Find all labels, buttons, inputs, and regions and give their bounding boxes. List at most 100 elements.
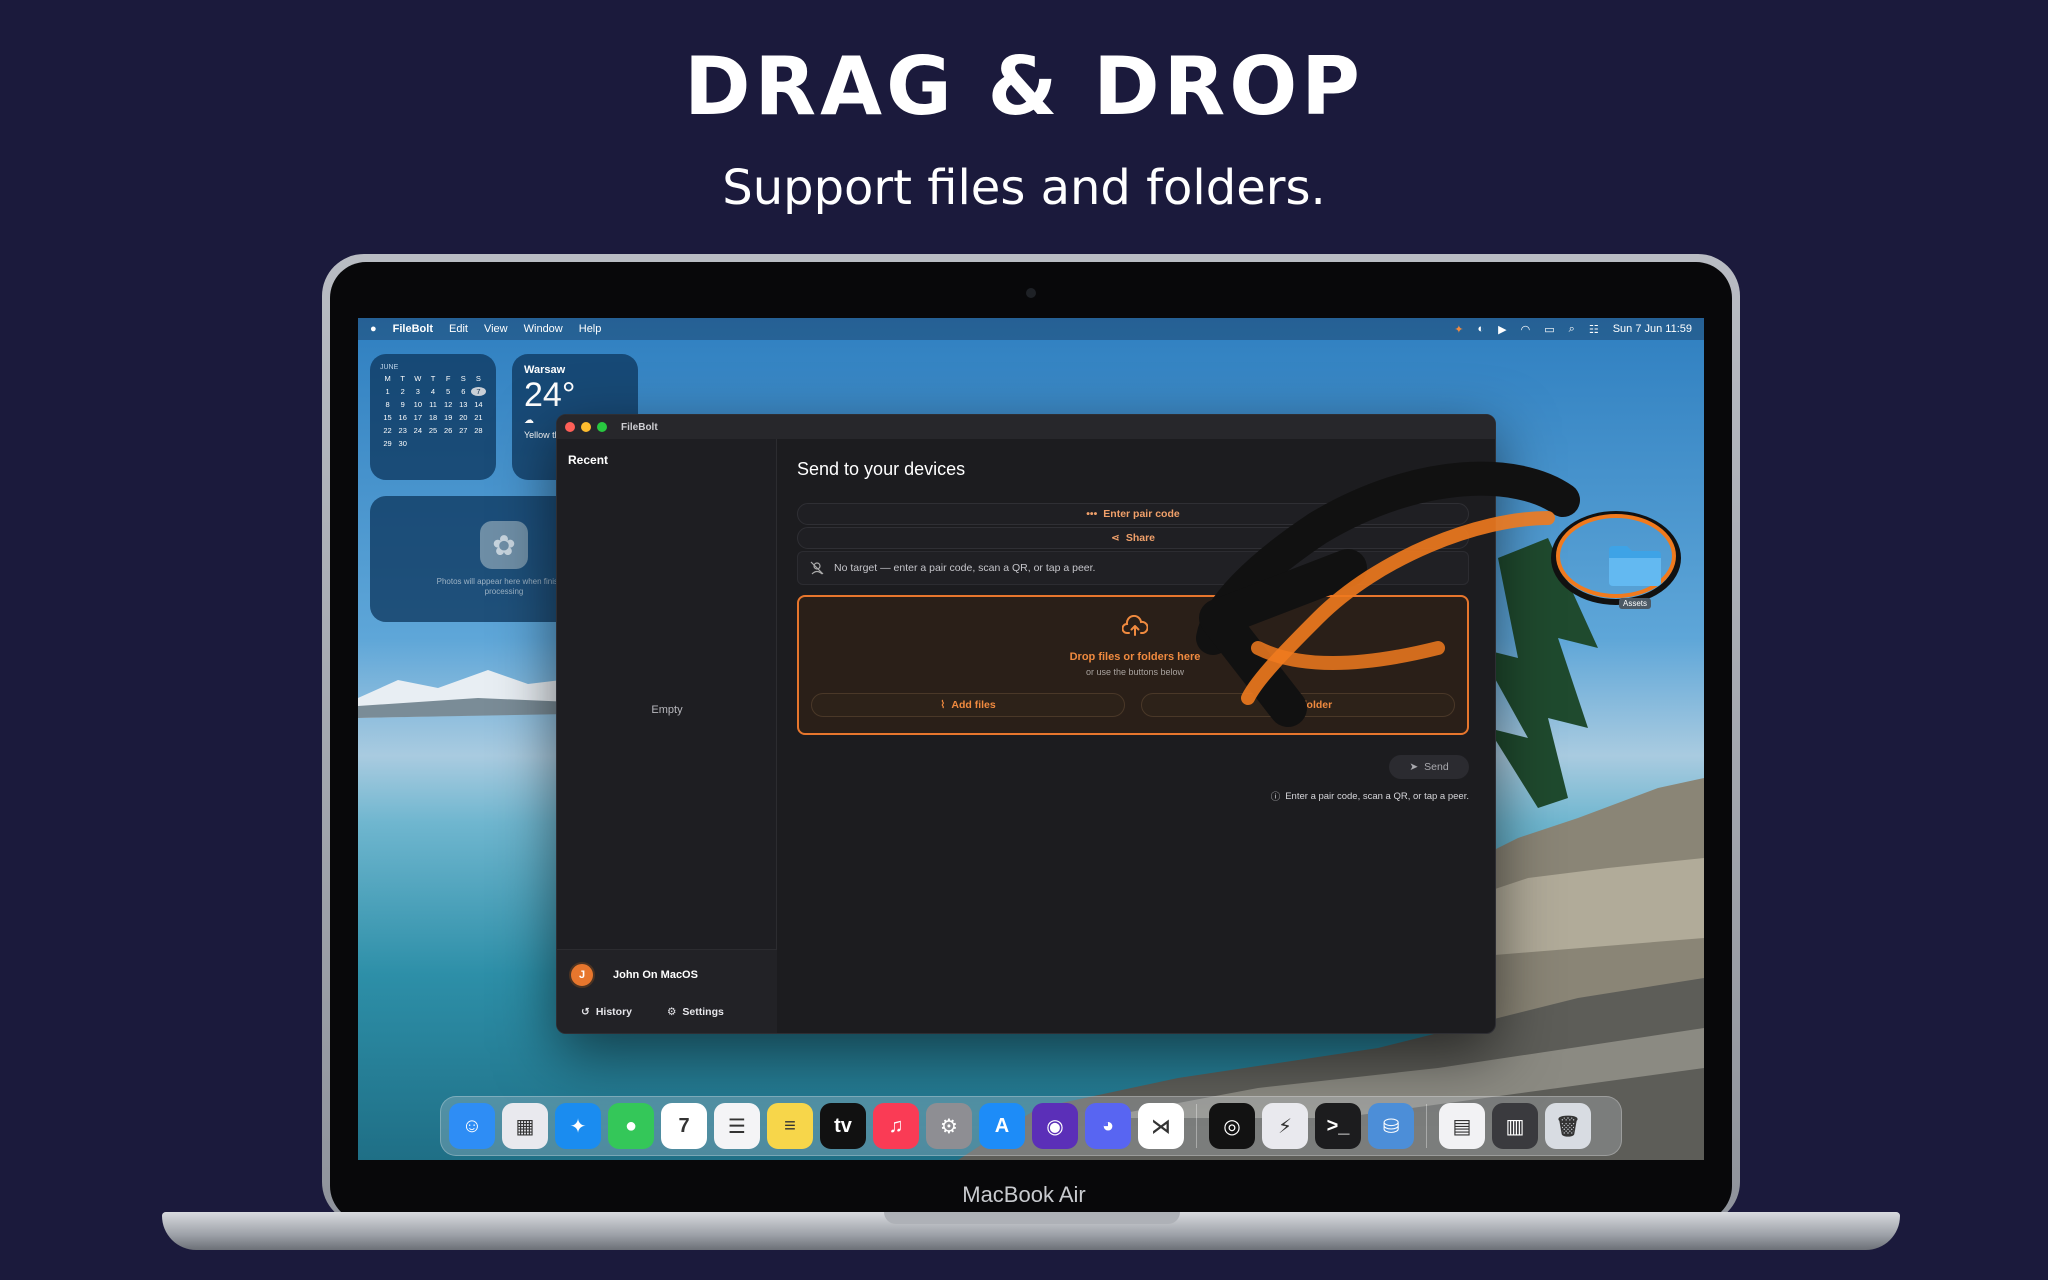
vscode-icon[interactable]: ⋊	[1138, 1103, 1184, 1149]
calendar-weekday: S	[475, 374, 481, 383]
database-icon[interactable]: ⛁	[1368, 1103, 1414, 1149]
recent-empty-text: Empty	[651, 704, 683, 716]
enter-pair-code-label: Enter pair code	[1103, 508, 1180, 520]
calendar-day[interactable]: 5	[441, 387, 456, 396]
calendar-day[interactable]: 19	[441, 413, 456, 422]
ai-icon[interactable]: ✦	[1454, 323, 1463, 336]
calendar-day[interactable]: 3	[410, 387, 425, 396]
calendar-grid: M T W T F S S 1 2 3 4 5 6 7 8 9 10 11 12 13 14 15 16 17 18 19 20 21…	[380, 374, 486, 448]
calendar-day[interactable]: 14	[471, 400, 486, 409]
menu-window[interactable]: Window	[524, 323, 563, 335]
camera	[1026, 288, 1036, 298]
launchpad-icon[interactable]: ▦	[502, 1103, 548, 1149]
calendar-day[interactable]: 25	[425, 426, 440, 435]
menu-help[interactable]: Help	[579, 323, 602, 335]
trash-icon[interactable]: 🗑	[1545, 1103, 1591, 1149]
calendar-day[interactable]: 16	[395, 413, 410, 422]
photos-flower-icon: ✿	[480, 521, 528, 569]
gear-icon: ⚙	[667, 1006, 677, 1018]
calendar-day[interactable]: 24	[410, 426, 425, 435]
battery-icon[interactable]: ▭	[1544, 323, 1554, 336]
avatar[interactable]: J	[569, 962, 595, 988]
calendar-weekday: W	[414, 374, 422, 383]
calendar-day[interactable]: 28	[471, 426, 486, 435]
desktop-folder[interactable]: Assets	[1590, 542, 1680, 611]
calendar-day[interactable]: 12	[441, 400, 456, 409]
no-target-icon	[810, 561, 824, 575]
calendar-weekday: F	[445, 374, 451, 383]
calendar-day[interactable]: 27	[456, 426, 471, 435]
downloads-stack-icon[interactable]: ▥	[1492, 1103, 1538, 1149]
calendar-day[interactable]: 29	[380, 439, 395, 448]
drop-zone-title: Drop files or folders here	[1069, 651, 1201, 663]
spotify-icon[interactable]: ◎	[1209, 1103, 1255, 1149]
filebolt-icon[interactable]: ⚡	[1262, 1103, 1308, 1149]
folder-icon: ▭	[1263, 699, 1274, 711]
calendar-day[interactable]: 6	[456, 387, 471, 396]
apple-menu-icon[interactable]: ●	[370, 323, 377, 335]
calendar-day[interactable]: 10	[410, 400, 425, 409]
focus-icon[interactable]: ◐	[1478, 323, 1485, 335]
menu-app-name[interactable]: FileBolt	[393, 323, 433, 335]
sidebar: Recent Empty J John On MacOS ↺ History ⚙…	[557, 439, 777, 1033]
menu-view[interactable]: View	[484, 323, 508, 335]
send-label: Send	[1424, 761, 1449, 773]
notes-icon[interactable]: ≡	[767, 1103, 813, 1149]
share-button[interactable]: ⋖ Share	[797, 527, 1469, 549]
safari-icon[interactable]: ✦	[555, 1103, 601, 1149]
reminders-icon[interactable]: ☰	[714, 1103, 760, 1149]
calendar-day[interactable]: 2	[395, 387, 410, 396]
drop-zone-subtitle: or use the buttons below	[1085, 667, 1185, 677]
music-icon[interactable]: ♫	[873, 1103, 919, 1149]
window-title: FileBolt	[621, 421, 658, 433]
calendar-day[interactable]: 26	[441, 426, 456, 435]
calendar-day[interactable]: 1	[380, 387, 395, 396]
zoom-button[interactable]	[597, 422, 607, 432]
calendar-day[interactable]: 11	[425, 400, 440, 409]
calendar-day[interactable]: 22	[380, 426, 395, 435]
tv-icon[interactable]: tv	[820, 1103, 866, 1149]
sidebar-heading-recent: Recent	[568, 453, 609, 467]
calendar-widget[interactable]: JUNE M T W T F S S 1 2 3 4 5 6 7 8 9 10 11 12 13 14 15 16 17 18 1…	[370, 354, 496, 480]
calendar-day[interactable]: 13	[456, 400, 471, 409]
calendar-day[interactable]: 9	[395, 400, 410, 409]
calendar-day[interactable]: 4	[425, 387, 440, 396]
calendar-day[interactable]: 20	[456, 413, 471, 422]
laptop-notch	[884, 1212, 1180, 1224]
window-titlebar[interactable]: FileBolt	[557, 415, 1495, 439]
calendar-day[interactable]: 30	[395, 439, 410, 448]
menu-datetime[interactable]: Sun 7 Jun 11:59	[1613, 323, 1692, 335]
control-center-icon[interactable]: ☷	[1589, 323, 1599, 336]
calendar-day[interactable]: 21	[471, 413, 486, 422]
minimize-button[interactable]	[581, 422, 591, 432]
history-button[interactable]: ↺ History	[581, 1006, 632, 1018]
calendar-day[interactable]: 7	[470, 387, 486, 396]
discord-icon[interactable]: ◕	[1085, 1103, 1131, 1149]
app-store-icon[interactable]: A	[979, 1103, 1025, 1149]
add-folder-label: Add folder	[1279, 699, 1333, 711]
calendar-day[interactable]: 17	[410, 413, 425, 422]
firefox-icon[interactable]: ◉	[1032, 1103, 1078, 1149]
calendar-day[interactable]: 23	[395, 426, 410, 435]
calendar-day[interactable]: 15	[380, 413, 395, 422]
finder-icon[interactable]: ☺	[449, 1103, 495, 1149]
calendar-day[interactable]: 8	[380, 400, 395, 409]
play-icon[interactable]: ▶	[1498, 323, 1506, 336]
close-button[interactable]	[565, 422, 575, 432]
document-icon[interactable]: ▤	[1439, 1103, 1485, 1149]
settings-gear-icon[interactable]: ⚙	[926, 1103, 972, 1149]
add-folder-button[interactable]: ▭ Add folder	[1141, 693, 1455, 717]
enter-pair-code-button[interactable]: ••• Enter pair code	[797, 503, 1469, 525]
spotlight-icon[interactable]: ⌕	[1569, 323, 1575, 336]
add-files-button[interactable]: ⌇ Add files	[811, 693, 1125, 717]
terminal-icon[interactable]: >_	[1315, 1103, 1361, 1149]
dock-separator	[1196, 1104, 1197, 1148]
wifi-icon[interactable]: ◠	[1521, 323, 1531, 336]
drop-zone[interactable]: Drop files or folders here or use the bu…	[797, 595, 1469, 735]
messages-icon[interactable]: ●	[608, 1103, 654, 1149]
menu-edit[interactable]: Edit	[449, 323, 468, 335]
calendar-day[interactable]: 18	[425, 413, 440, 422]
send-button[interactable]: ➤ Send	[1389, 755, 1469, 779]
calendar-icon[interactable]: 7	[661, 1103, 707, 1149]
settings-button[interactable]: ⚙ Settings	[667, 1006, 724, 1018]
